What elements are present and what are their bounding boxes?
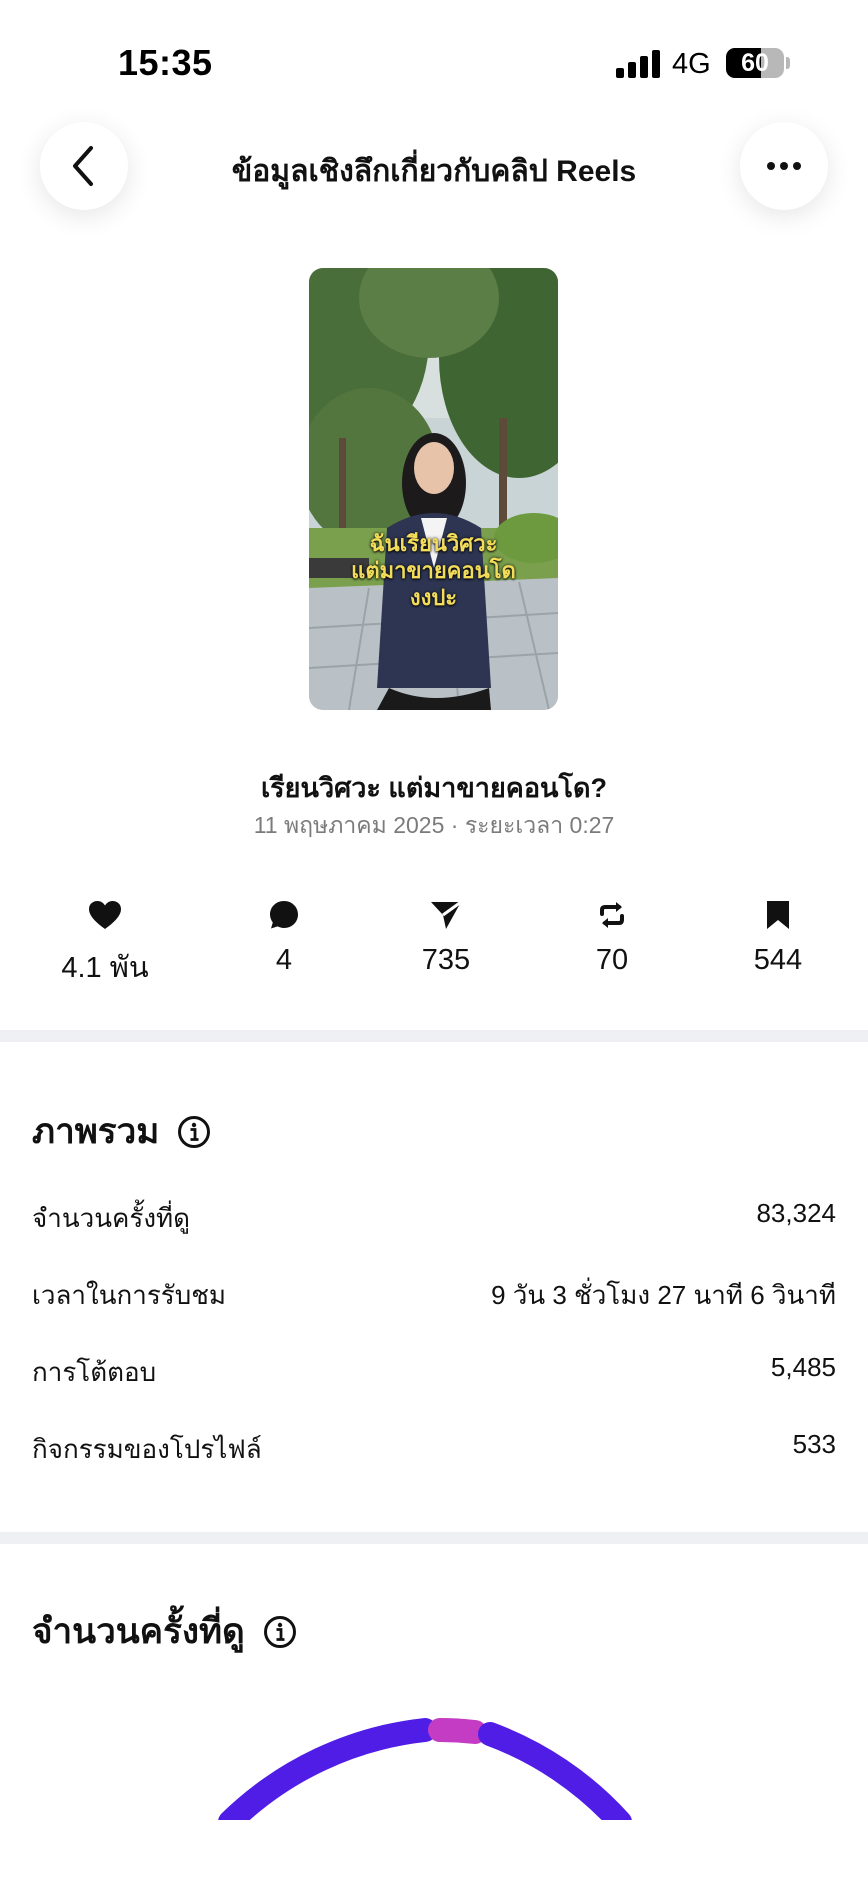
comments-stat[interactable]: 4 (209, 896, 359, 977)
comments-count: 4 (275, 944, 293, 976)
chevron-left-icon (73, 146, 93, 186)
views-title-text: จำนวนครั้งที่ดู (32, 1612, 245, 1651)
overview-row-watch-time[interactable]: เวลาในการรับชม 9 วัน 3 ชั่วโมง 27 นาที 6… (32, 1275, 836, 1315)
saves-count: 544 (753, 944, 803, 976)
reposts-count: 70 (595, 944, 629, 976)
ellipsis-icon (767, 162, 801, 170)
reel-thumbnail[interactable]: ฉันเรียนวิศวะ แต่มาขายคอนโด งงปะ (309, 268, 558, 710)
views-section-title: จำนวนครั้งที่ดู (32, 1604, 297, 1659)
battery-tip (786, 57, 790, 69)
reposts-stat[interactable]: 70 (537, 896, 687, 977)
likes-count: 4.1 พัน (61, 952, 149, 984)
more-options-button[interactable] (740, 122, 828, 210)
status-bar: 15:35 4G 60 (0, 0, 868, 110)
engagement-stats: 4.1 พัน 4 735 70 544 (0, 896, 868, 986)
overview-row-label: กิจกรรมของโปรไฟล์ (32, 1434, 262, 1464)
saves-stat[interactable]: 544 (703, 896, 853, 977)
overview-title-text: ภาพรวม (32, 1112, 160, 1151)
network-type: 4G (672, 48, 711, 80)
repost-icon (600, 902, 624, 928)
header: ข้อมูลเชิงลึกเกี่ยวกับคลิป Reels (0, 110, 868, 220)
overview-row-interactions[interactable]: การโต้ตอบ 5,485 (32, 1352, 836, 1392)
reel-thumbnail-image (309, 268, 558, 710)
shares-count: 735 (421, 944, 471, 976)
thumbnail-caption-line: งงปะ (409, 585, 458, 610)
section-divider (0, 1030, 868, 1042)
thumbnail-caption-line: ฉันเรียนวิศวะ (369, 531, 498, 556)
info-icon[interactable] (177, 1115, 211, 1149)
send-icon (431, 900, 462, 929)
overview-row-value: 5,485 (770, 1352, 836, 1382)
heart-icon (89, 901, 121, 929)
shares-stat[interactable]: 735 (371, 896, 521, 977)
bookmark-icon (767, 901, 789, 929)
overview-row-label: การโต้ตอบ (32, 1357, 157, 1387)
battery-icon: 60 (726, 48, 784, 78)
reel-date-duration: 11 พฤษภาคม 2025 · ระยะเวลา 0:27 (253, 812, 615, 838)
status-time: 15:35 (118, 42, 213, 83)
battery-percent: 60 (741, 49, 769, 77)
overview-row-views[interactable]: จำนวนครั้งที่ดู 83,324 (32, 1198, 836, 1238)
overview-row-value: 533 (792, 1429, 836, 1459)
overview-row-label: จำนวนครั้งที่ดู (32, 1203, 191, 1233)
views-gauge-chart (200, 1700, 640, 1834)
overview-section-title: ภาพรวม (32, 1104, 211, 1159)
gauge-segment-secondary (428, 1718, 487, 1744)
info-icon[interactable] (263, 1615, 297, 1649)
overview-row-label: เวลาในการรับชม (32, 1280, 227, 1310)
page-title: ข้อมูลเชิงลึกเกี่ยวกับคลิป Reels (231, 155, 637, 188)
reel-title: เรียนวิศวะ แต่มาขายคอนโด? (260, 773, 608, 803)
thumbnail-caption: ฉันเรียนวิศวะ แต่มาขายคอนโด งงปะ (309, 530, 558, 611)
back-button[interactable] (40, 122, 128, 210)
thumbnail-caption-line: แต่มาขายคอนโด (351, 558, 516, 583)
section-divider (0, 1532, 868, 1544)
comment-bubble-icon (270, 901, 298, 929)
overview-row-profile-activity[interactable]: กิจกรรมของโปรไฟล์ 533 (32, 1429, 836, 1469)
likes-stat[interactable]: 4.1 พัน (30, 896, 180, 990)
overview-row-value: 83,324 (756, 1198, 836, 1228)
overview-row-value: 9 วัน 3 ชั่วโมง 27 นาที 6 วินาที (491, 1280, 836, 1310)
gauge-segment-primary (218, 1718, 437, 1834)
cellular-signal-icon (616, 50, 660, 78)
gauge-segment-primary (478, 1722, 632, 1834)
